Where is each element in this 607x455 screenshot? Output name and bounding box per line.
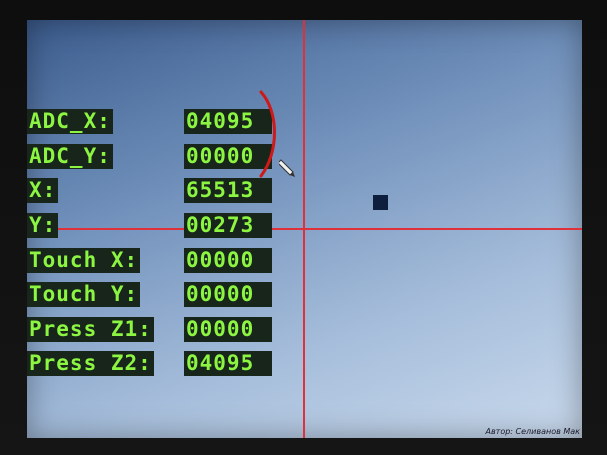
x-value: 65513 bbox=[184, 178, 272, 203]
touch-point-marker bbox=[373, 195, 388, 210]
x-label: X: bbox=[27, 178, 59, 203]
author-credit: Автор: Селиванов Мак bbox=[485, 427, 580, 436]
adc-y-label: ADC_Y: bbox=[27, 144, 113, 169]
press-z1-value: 00000 bbox=[184, 317, 272, 342]
y-value: 00273 bbox=[184, 213, 272, 238]
crosshair-vertical-line bbox=[303, 20, 305, 438]
y-label: Y: bbox=[27, 213, 59, 238]
touch-x-label: Touch X: bbox=[27, 248, 141, 273]
touch-y-value: 00000 bbox=[184, 282, 272, 307]
lcd-screen[interactable]: ADC_X: 04095 ADC_Y: 00000 X: 65513 Y: 00… bbox=[27, 20, 582, 438]
adc-x-label: ADC_X: bbox=[27, 109, 113, 134]
press-z2-value: 04095 bbox=[184, 351, 272, 376]
touch-y-label: Touch Y: bbox=[27, 282, 141, 307]
pen-cursor-icon bbox=[279, 159, 295, 177]
touch-x-value: 00000 bbox=[184, 248, 272, 273]
press-z1-label: Press Z1: bbox=[27, 317, 154, 342]
press-z2-label: Press Z2: bbox=[27, 351, 154, 376]
